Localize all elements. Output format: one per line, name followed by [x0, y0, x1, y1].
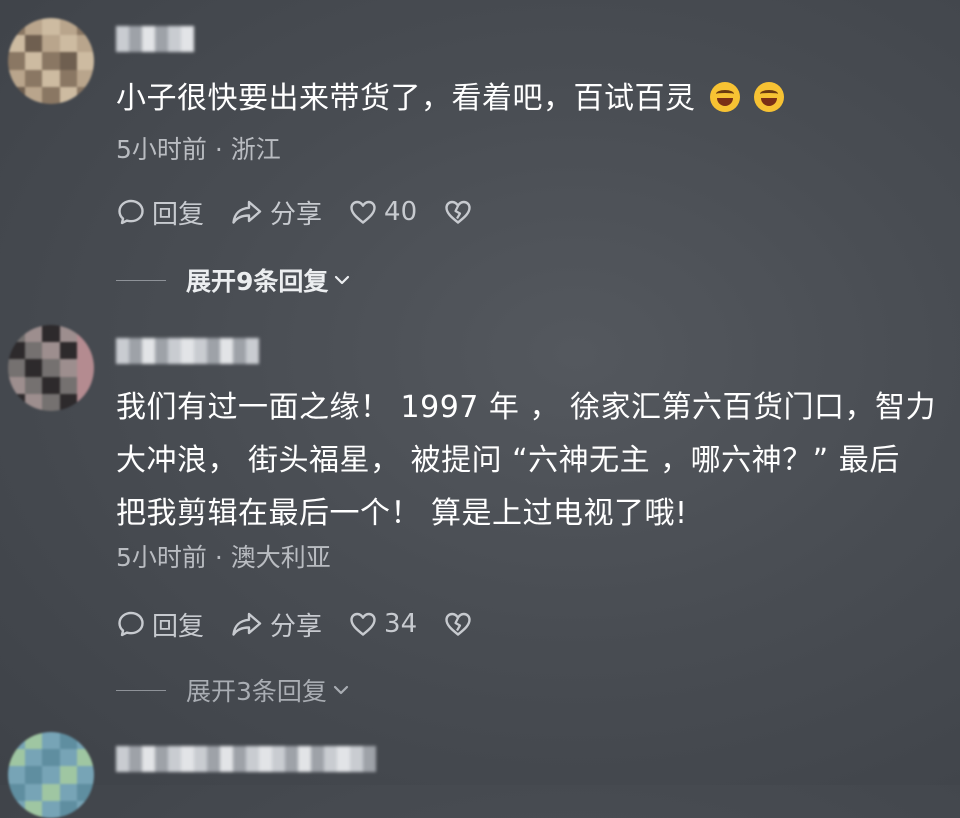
reply-bubble-icon	[118, 611, 144, 637]
comment-actions: 回复 分享 34	[116, 606, 505, 642]
laughing-crying-emoji	[753, 82, 784, 112]
dislike-button[interactable]	[443, 609, 479, 639]
expand-replies-label: 展开9条回复	[186, 267, 329, 296]
expand-replies: 展开3条回复	[116, 672, 351, 708]
dislike-button[interactable]	[443, 197, 479, 227]
comment-meta: 5小时前 · 澳大利亚	[116, 543, 331, 572]
comment-meta: 5小时前 · 浙江	[116, 135, 281, 164]
chevron-down-icon	[335, 275, 350, 285]
comment-body: 我们有过一面之缘！ 1997 年 ， 徐家汇第六百货门口，智力 大冲浪， 街头福…	[116, 390, 936, 531]
divider-line	[116, 279, 166, 281]
username-blurred[interactable]	[116, 338, 259, 364]
reply-bubble-icon	[118, 199, 144, 225]
heart-icon	[350, 612, 376, 636]
comment-item: 我们有过一面之缘！ 1997 年 ， 徐家汇第六百货门口，智力 大冲浪， 街头福…	[0, 320, 960, 720]
comment-actions: 回复 分享 40	[116, 194, 505, 230]
like-button[interactable]: 34	[348, 609, 417, 639]
avatar[interactable]	[8, 325, 94, 411]
avatar[interactable]	[8, 732, 94, 818]
comment-text: 小子很快要出来带货了，看着吧，百试百灵	[116, 81, 696, 116]
expand-replies-button[interactable]: 展开3条回复	[186, 672, 351, 708]
share-arrow-icon	[232, 612, 262, 636]
broken-heart-icon	[445, 612, 471, 636]
share-label: 分享	[270, 611, 323, 642]
reply-label: 回复	[152, 611, 205, 642]
comment-body: 小子很快要出来带货了，看着吧，百试百灵	[116, 72, 956, 125]
like-count: 40	[384, 197, 418, 227]
heart-icon	[350, 200, 376, 224]
like-count: 34	[384, 609, 418, 639]
username-blurred[interactable]	[116, 746, 376, 772]
broken-heart-icon	[445, 200, 471, 224]
expand-replies-button[interactable]: 展开9条回复	[186, 262, 352, 298]
comment-item	[0, 720, 960, 818]
reply-button[interactable]: 回复	[116, 194, 204, 231]
share-button[interactable]: 分享	[230, 194, 322, 231]
avatar[interactable]	[8, 18, 94, 104]
share-button[interactable]: 分享	[230, 606, 322, 643]
expand-replies: 展开9条回复	[116, 262, 352, 298]
share-label: 分享	[270, 199, 323, 230]
username-blurred[interactable]	[116, 26, 194, 52]
expand-replies-label: 展开3条回复	[186, 677, 327, 706]
reply-button[interactable]: 回复	[116, 606, 204, 643]
comment-item: 小子很快要出来带货了，看着吧，百试百灵 5小时前 · 浙江 回复 分享 40 展…	[0, 0, 960, 320]
like-button[interactable]: 40	[348, 197, 417, 227]
share-arrow-icon	[232, 200, 262, 224]
laughing-crying-emoji	[709, 82, 740, 112]
reply-label: 回复	[152, 199, 205, 230]
chevron-down-icon	[333, 685, 349, 695]
divider-line	[116, 689, 166, 691]
